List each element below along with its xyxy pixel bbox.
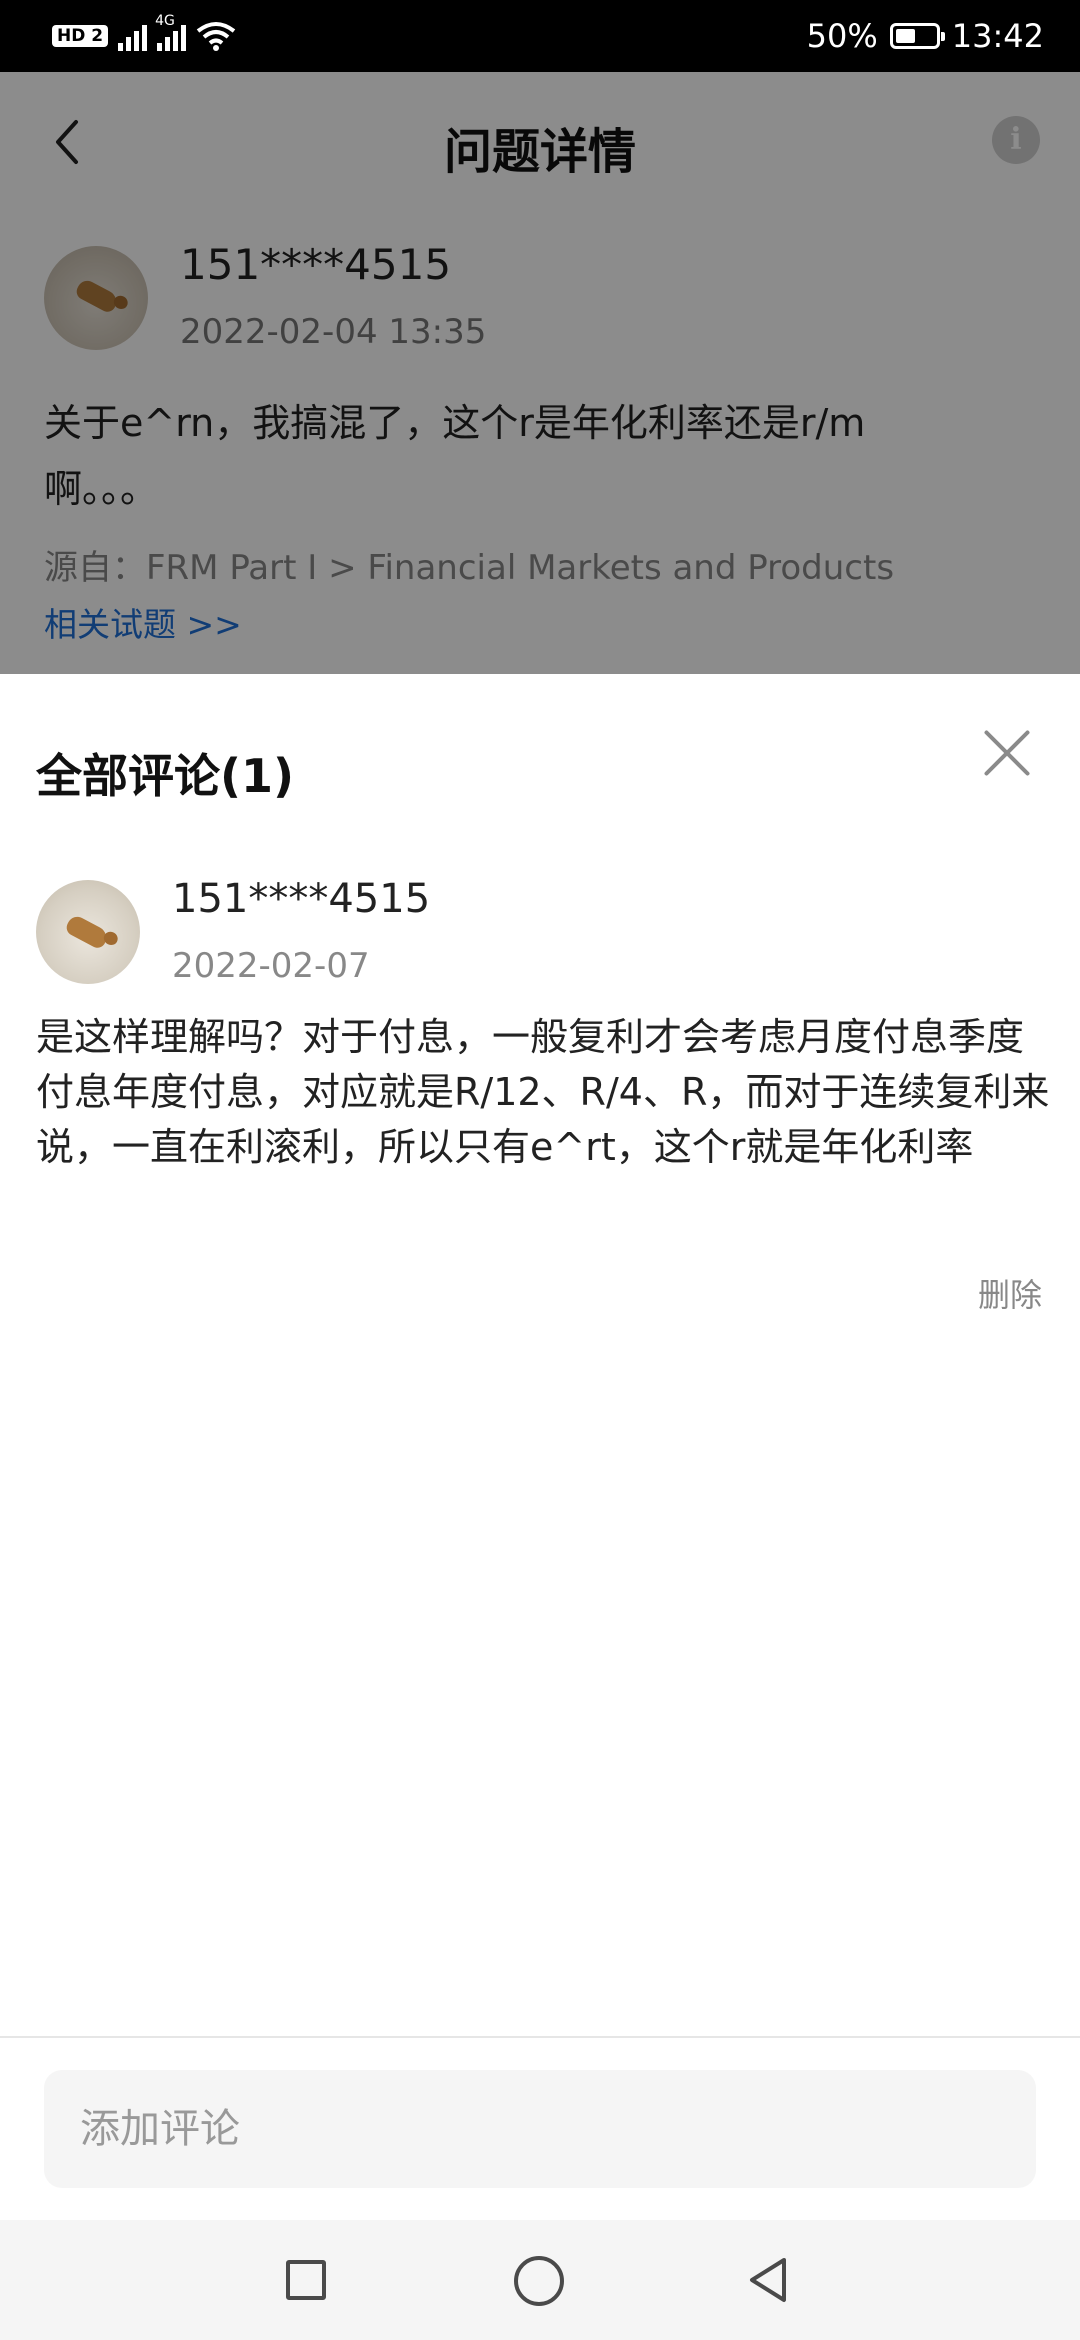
triangle-back-icon[interactable]	[744, 2254, 792, 2306]
signal-icon	[118, 21, 148, 51]
battery-icon	[889, 23, 945, 49]
comments-title: 全部评论(1)	[36, 749, 295, 803]
comment-username: 151****4515	[172, 876, 431, 922]
hd-indicator: HD 2	[52, 25, 109, 47]
modal-overlay[interactable]	[0, 72, 1080, 674]
status-bar: HD 2 4G 50% 13:42	[0, 0, 1080, 72]
dog-image	[63, 913, 111, 951]
comment-input[interactable]	[44, 2070, 1036, 2188]
circle-icon[interactable]	[514, 2256, 564, 2306]
battery-percent: 50%	[806, 17, 878, 55]
comments-sheet: 全部评论(1) 151****4515 2022-02-07 是这样理解吗？对于…	[0, 674, 1080, 2220]
avatar	[36, 880, 140, 984]
comment-date: 2022-02-07	[172, 946, 370, 986]
close-icon[interactable]	[980, 726, 1034, 780]
comment-text: 是这样理解吗？对于付息，一般复利才会考虑月度付息季度付息年度付息，对应就是R/1…	[36, 1015, 1050, 1169]
battery-fill	[895, 29, 915, 43]
wifi-icon	[196, 22, 236, 51]
network-type: 4G	[155, 13, 175, 29]
system-nav-bar	[0, 2220, 1080, 2340]
status-right: 50% 13:42	[807, 16, 1044, 56]
delete-button[interactable]: 删除	[978, 1270, 1042, 1316]
clock: 13:42	[951, 17, 1044, 55]
comment-input-bar	[0, 2036, 1080, 2222]
signal-icon: 4G	[155, 13, 187, 51]
status-left: HD 2 4G	[52, 13, 236, 56]
square-icon[interactable]	[286, 2260, 326, 2300]
